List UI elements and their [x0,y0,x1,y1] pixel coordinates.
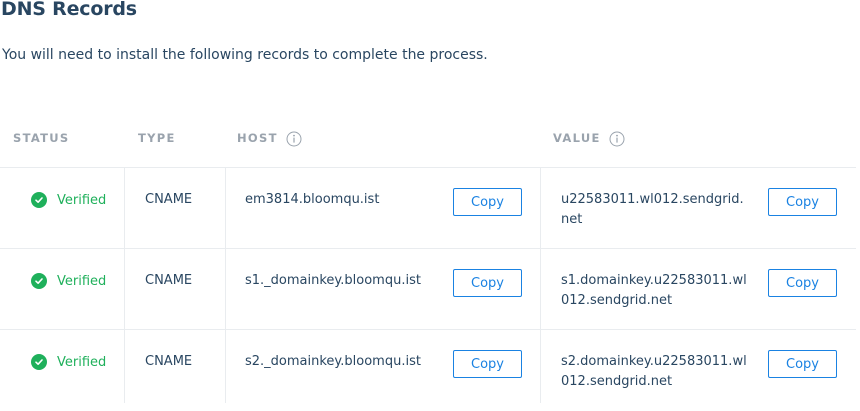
copy-value-button[interactable]: Copy [768,188,837,216]
status-text: Verified [57,354,107,370]
copy-value-button[interactable]: Copy [768,350,837,378]
copy-host-button[interactable]: Copy [453,188,522,216]
record-value: s2.domainkey.u22583011.wl012.sendgrid.ne… [561,354,747,389]
status-badge: Verified [31,354,106,370]
record-host: em3814.bloomqu.ist [245,192,380,207]
copy-host-button[interactable]: Copy [453,350,522,378]
column-header-host-label: HOST [237,131,278,145]
record-type: CNAME [145,273,193,288]
table-row: Verified CNAME em3814.bloomqu.ist Copy u… [0,168,856,249]
status-text: Verified [57,192,107,208]
info-icon[interactable] [286,131,302,147]
copy-value-button[interactable]: Copy [768,269,837,297]
status-badge: Verified [31,273,106,289]
column-header-status: STATUS [13,131,70,145]
table-row: Verified CNAME s1._domainkey.bloomqu.ist… [0,249,856,330]
check-circle-icon [31,192,47,208]
page-description: You will need to install the following r… [2,47,488,63]
record-type: CNAME [145,354,193,369]
dns-records-table: STATUS TYPE HOST VALUE Verified CNAME em… [0,120,856,403]
column-header-value-label: VALUE [553,131,601,145]
column-header-host: HOST [237,131,302,147]
status-text: Verified [57,273,107,289]
column-header-type-label: TYPE [138,131,176,145]
table-row: Verified CNAME s2._domainkey.bloomqu.ist… [0,330,856,411]
record-type: CNAME [145,192,193,207]
column-header-type: TYPE [138,131,176,145]
record-value: u22583011.wl012.sendgrid.net [561,192,744,227]
column-header-status-label: STATUS [13,131,70,145]
column-header-value: VALUE [553,131,625,147]
check-circle-icon [31,273,47,289]
info-icon[interactable] [609,131,625,147]
status-badge: Verified [31,192,106,208]
page-title: DNS Records [1,0,137,20]
record-value: s1.domainkey.u22583011.wl012.sendgrid.ne… [561,273,747,308]
check-circle-icon [31,354,47,370]
record-host: s2._domainkey.bloomqu.ist [245,354,421,369]
record-host: s1._domainkey.bloomqu.ist [245,273,421,288]
copy-host-button[interactable]: Copy [453,269,522,297]
